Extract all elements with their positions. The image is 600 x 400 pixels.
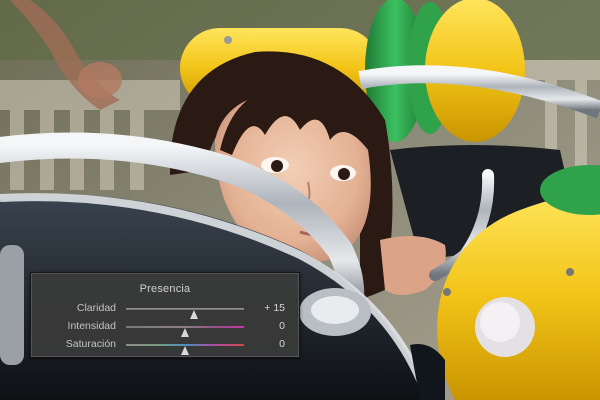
vibrance-slider-row: Intensidad 0	[31, 320, 299, 337]
presence-panel: Presencia Claridad + 15 Intensidad 0 Sat…	[30, 272, 300, 358]
vibrance-slider-thumb[interactable]	[181, 328, 189, 337]
clarity-value[interactable]: + 15	[245, 302, 285, 314]
panel-title: Presencia	[139, 283, 191, 295]
vibrance-value[interactable]: 0	[245, 320, 285, 332]
clarity-slider-row: Claridad + 15	[31, 302, 299, 319]
saturation-slider-row: Saturación 0	[31, 338, 299, 355]
saturation-value[interactable]: 0	[245, 338, 285, 350]
saturation-slider-track[interactable]	[126, 344, 244, 355]
clarity-slider-track[interactable]	[126, 308, 244, 319]
clarity-label: Claridad	[76, 302, 116, 314]
saturation-slider-thumb[interactable]	[181, 346, 189, 355]
saturation-label: Saturación	[65, 338, 116, 350]
vibrance-slider-track[interactable]	[126, 326, 244, 337]
clarity-slider-thumb[interactable]	[189, 310, 198, 319]
vibrance-label: Intensidad	[67, 320, 116, 332]
